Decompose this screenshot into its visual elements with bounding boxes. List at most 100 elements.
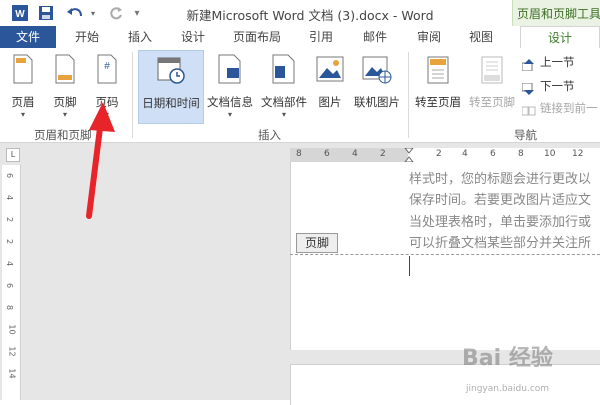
save-icon[interactable]	[36, 3, 56, 23]
picture-icon	[316, 56, 344, 82]
tab-file[interactable]: 文件	[0, 26, 56, 48]
footer-area-tag: 页脚	[296, 233, 338, 253]
svg-text:#: #	[104, 61, 110, 72]
picture-label: 图片	[318, 95, 342, 109]
picture-button[interactable]: 图片	[312, 50, 348, 122]
header-dropdown-icon: ▾	[20, 110, 25, 119]
vertical-ruler-tick-label: 10	[7, 324, 17, 335]
ruler-tick-label: 4	[352, 149, 358, 159]
vertical-ruler-tick-label: 14	[7, 368, 17, 379]
ruler-tick-label: 2	[380, 149, 386, 159]
online-picture-label: 联机图片	[354, 95, 400, 109]
ruler-tick-label: 2	[436, 149, 442, 159]
context-tools-header: 页眉和页脚工具	[512, 0, 600, 26]
footer-label: 页脚	[53, 95, 77, 109]
goto-footer-button: 转至页脚	[466, 50, 518, 122]
doc-text-line: 可以折叠文档某些部分并关注所	[409, 236, 592, 251]
ruler-tick-label: 10	[544, 149, 556, 159]
next-section-icon	[521, 81, 536, 95]
tab-home[interactable]: 开始	[64, 26, 110, 48]
doc-info-button[interactable]: 文档信息 ▾	[204, 50, 256, 122]
undo-icon[interactable]	[64, 3, 86, 23]
header-button[interactable]: 页眉 ▾	[4, 50, 42, 122]
tab-review[interactable]: 审阅	[406, 26, 452, 48]
goto-footer-label: 转至页脚	[469, 95, 515, 109]
goto-header-icon	[427, 56, 449, 84]
group-label-navigation: 导航	[514, 128, 537, 142]
next-section-label: 下一节	[540, 79, 575, 93]
doc-parts-dropdown-icon: ▾	[281, 110, 286, 119]
tab-mailings[interactable]: 邮件	[352, 26, 398, 48]
undo-dropdown-icon[interactable]: ▾	[88, 3, 98, 23]
next-section-button[interactable]: 下一节	[521, 76, 575, 96]
ruler-tick-label: 8	[518, 149, 524, 159]
watermark-logo: Bai 经验	[462, 346, 553, 371]
doc-text-line: 样式时，您的标题会进行更改以	[409, 172, 592, 187]
page-number-icon: #	[97, 54, 117, 84]
ruler-margin-shade	[290, 148, 408, 162]
vertical-ruler-tick-label: 12	[7, 346, 17, 357]
ruler-tick-label: 4	[462, 149, 468, 159]
customize-qat-icon[interactable]: ▾	[130, 3, 144, 23]
ruler-tick-label: 6	[324, 149, 330, 159]
vertical-ruler: 6 4 2 2 4 6 8 10 12 14	[2, 165, 21, 400]
doc-text-line: 当处理表格时，单击要添加行或	[409, 215, 592, 230]
svg-text:W: W	[15, 9, 25, 20]
prev-section-button[interactable]: 上一节	[521, 52, 575, 72]
vertical-ruler-tick-label: 6	[5, 172, 15, 179]
tab-references[interactable]: 引用	[298, 26, 344, 48]
header-icon	[13, 54, 33, 84]
date-time-button[interactable]: 日期和时间	[138, 50, 204, 124]
text-cursor	[409, 256, 410, 276]
online-picture-button[interactable]: 联机图片	[350, 50, 404, 122]
vertical-ruler-tick-label: 4	[5, 194, 15, 201]
horizontal-ruler[interactable]: 8 6 4 2 2 4 6 8 10 12	[290, 148, 600, 163]
header-label: 页眉	[11, 95, 35, 109]
group-divider	[408, 52, 409, 138]
tab-design-layout[interactable]: 设计	[170, 26, 216, 48]
goto-footer-icon	[481, 56, 503, 84]
goto-header-label: 转至页眉	[415, 95, 461, 109]
date-time-label: 日期和时间	[142, 96, 200, 110]
tab-context-design[interactable]: 设计	[520, 26, 600, 50]
tab-view[interactable]: 视图	[458, 26, 504, 48]
link-icon	[521, 103, 536, 115]
group-divider	[132, 52, 133, 138]
watermark-url: jingyan.baidu.com	[466, 384, 550, 394]
doc-text-line: 保存时间。若要更改图片适应文	[409, 193, 592, 208]
footer-separator	[290, 254, 600, 255]
word-logo-icon: W	[10, 3, 30, 23]
link-previous-label: 链接到前一	[540, 101, 598, 115]
ruler-tick-label: 6	[490, 149, 496, 159]
prev-section-label: 上一节	[540, 55, 575, 69]
doc-info-label: 文档信息	[207, 95, 253, 109]
doc-info-icon	[218, 54, 241, 84]
vertical-ruler-tick-label: 2	[5, 216, 15, 223]
ruler-tick-label: 12	[572, 149, 584, 159]
group-label-insert: 插入	[258, 128, 281, 142]
ribbon-tabs: 文件 开始 插入 设计 页面布局 引用 邮件 审阅 视图 设计	[0, 26, 600, 50]
tab-page-layout[interactable]: 页面布局	[224, 26, 290, 48]
link-previous-button: 链接到前一	[521, 98, 598, 118]
goto-header-button[interactable]: 转至页眉	[412, 50, 464, 122]
title-bar: W ▾ ▾ 新建Microsoft Word 文档 (3).docx - Wor…	[0, 0, 600, 26]
doc-parts-label: 文档部件	[261, 95, 307, 109]
footer-dropdown-icon: ▾	[62, 110, 67, 119]
window-title: 新建Microsoft Word 文档 (3).docx - Word	[186, 8, 434, 23]
vertical-ruler-tick-label: 8	[5, 304, 15, 311]
context-tools-label: 页眉和页脚工具	[517, 7, 600, 21]
doc-parts-icon	[272, 54, 295, 84]
vertical-ruler-tick-label: 4	[5, 260, 15, 267]
footer-icon	[55, 54, 75, 84]
online-picture-icon	[362, 56, 392, 84]
document-page[interactable]: 样式时，您的标题会进行更改以 保存时间。若要更改图片适应文 当处理表格时，单击要…	[290, 162, 600, 350]
ruler-tick-label: 8	[296, 149, 302, 159]
indent-marker-icon[interactable]	[404, 148, 414, 162]
next-document-page[interactable]	[290, 364, 600, 405]
doc-parts-button[interactable]: 文档部件 ▾	[258, 50, 310, 122]
annotation-arrow-icon	[86, 102, 115, 219]
redo-icon[interactable]	[106, 3, 126, 23]
tab-selector[interactable]: L	[6, 148, 20, 162]
footer-button[interactable]: 页脚 ▾	[46, 50, 84, 122]
tab-insert[interactable]: 插入	[118, 26, 162, 48]
